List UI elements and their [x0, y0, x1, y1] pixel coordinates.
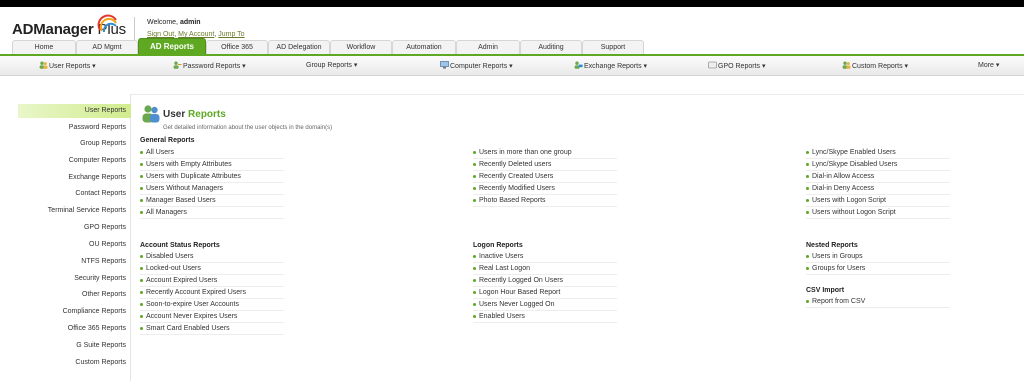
logo-arc-icon [97, 14, 117, 33]
sidebar-item-office-365-reports[interactable]: Office 365 Reports [68, 325, 126, 332]
report-link[interactable]: Dial-in Allow Access [806, 171, 950, 183]
report-link[interactable]: Users Never Logged On [473, 299, 617, 311]
reports-subnav: User Reports ▾ Password Reports ▾ Group … [0, 56, 1024, 76]
key-users-icon [173, 61, 182, 69]
sidebar-item-group-reports[interactable]: Group Reports [80, 140, 126, 147]
page-description: Get detailed information about the user … [163, 125, 333, 131]
header-links: Sign Out, My Account, Jump To [147, 31, 245, 38]
report-link[interactable]: Logon Hour Based Report [473, 287, 617, 299]
username: admin [179, 19, 201, 26]
report-link[interactable]: Users with Duplicate Attributes [140, 171, 284, 183]
page-title: User Reports [163, 109, 226, 120]
report-link[interactable]: Dial-in Deny Access [806, 183, 950, 195]
sidebar-item-compliance-reports[interactable]: Compliance Reports [63, 308, 126, 315]
report-link[interactable]: Users with Logon Script [806, 195, 950, 207]
subnav-gpo-reports[interactable]: GPO Reports ▾ [708, 61, 765, 70]
sign-out-link[interactable]: Sign Out [147, 31, 174, 38]
sidebar-item-computer-reports[interactable]: Computer Reports [69, 157, 126, 164]
report-link[interactable]: Recently Deleted users [473, 159, 617, 171]
report-link[interactable]: Manager Based Users [140, 195, 284, 207]
report-link[interactable]: Disabled Users [140, 251, 284, 263]
report-link[interactable]: Report from CSV [806, 296, 950, 308]
tab-home[interactable]: Home [12, 40, 76, 55]
sidebar-item-ntfs-reports[interactable]: NTFS Reports [81, 258, 126, 265]
sidebar-item-password-reports[interactable]: Password Reports [69, 124, 126, 131]
report-link[interactable]: Account Never Expires Users [140, 311, 284, 323]
main-tabs: Home AD Mgmt AD Reports Office 365 AD De… [0, 38, 1024, 55]
custom-icon [842, 61, 851, 69]
main-content: User Reports Get detailed information ab… [131, 94, 1024, 381]
users-icon [39, 61, 48, 69]
section-title-general: General Reports [140, 137, 195, 144]
report-link[interactable]: Users with Empty Attributes [140, 159, 284, 171]
sidebar-item-exchange-reports[interactable]: Exchange Reports [68, 174, 126, 181]
sidebar-item-custom-reports[interactable]: Custom Reports [75, 359, 126, 366]
jump-to-link[interactable]: Jump To [218, 31, 244, 38]
tab-workflow[interactable]: Workflow [330, 40, 392, 55]
section-title-account-status: Account Status Reports [140, 242, 220, 249]
report-link[interactable]: Soon-to-expire User Accounts [140, 299, 284, 311]
user-reports-icon [142, 105, 160, 123]
subnav-group-reports[interactable]: Group Reports ▾ [306, 61, 357, 69]
section-title-logon: Logon Reports [473, 242, 523, 249]
app-header: ADManager Plus Welcome, admin Sign Out, … [0, 7, 1024, 41]
report-link[interactable]: Users Without Managers [140, 183, 284, 195]
report-link[interactable]: Recently Account Expired Users [140, 287, 284, 299]
sidebar-item-other-reports[interactable]: Other Reports [82, 291, 126, 298]
browser-top-bar [0, 0, 1024, 7]
report-link[interactable]: Real Last Logon [473, 263, 617, 275]
logo-text: ADManager [12, 21, 94, 38]
report-link[interactable]: All Users [140, 147, 284, 159]
exchange-icon [574, 61, 583, 69]
report-link[interactable]: Lync/Skype Disabled Users [806, 159, 950, 171]
section-title-nested: Nested Reports [806, 242, 858, 249]
report-link[interactable]: Groups for Users [806, 263, 950, 275]
sidebar-item-user-reports[interactable]: User Reports [85, 107, 126, 114]
computer-icon [440, 61, 449, 69]
report-link[interactable]: Recently Logged On Users [473, 275, 617, 287]
sidebar-item-ou-reports[interactable]: OU Reports [89, 241, 126, 248]
tab-auditing[interactable]: Auditing [520, 40, 582, 55]
section-title-csv: CSV Import [806, 287, 845, 294]
welcome-text: Welcome, admin [147, 19, 201, 26]
sidebar-item-security-reports[interactable]: Security Reports [74, 275, 126, 282]
content-spacer [0, 77, 1024, 94]
report-link[interactable]: Locked-out Users [140, 263, 284, 275]
tab-ad-mgmt[interactable]: AD Mgmt [76, 40, 138, 55]
reports-sidebar: User Reports Password Reports Group Repo… [18, 94, 131, 381]
sidebar-item-g-suite-reports[interactable]: G Suite Reports [76, 342, 126, 349]
report-link[interactable]: Users without Logon Script [806, 207, 950, 219]
report-link[interactable]: Account Expired Users [140, 275, 284, 287]
tab-ad-reports[interactable]: AD Reports [138, 38, 206, 55]
tab-automation[interactable]: Automation [392, 40, 456, 55]
subnav-custom-reports[interactable]: Custom Reports ▾ [842, 61, 908, 70]
tab-admin[interactable]: Admin [456, 40, 520, 55]
my-account-link[interactable]: My Account [178, 31, 214, 38]
gpo-icon [708, 61, 717, 69]
report-link[interactable]: All Managers [140, 207, 284, 219]
report-link[interactable]: Users in more than one group [473, 147, 617, 159]
report-link[interactable]: Inactive Users [473, 251, 617, 263]
sidebar-item-gpo-reports[interactable]: GPO Reports [84, 224, 126, 231]
subnav-exchange-reports[interactable]: Exchange Reports ▾ [574, 61, 647, 70]
report-link[interactable]: Recently Created Users [473, 171, 617, 183]
tab-ad-delegation[interactable]: AD Delegation [268, 40, 330, 55]
tab-support[interactable]: Support [582, 40, 644, 55]
report-link[interactable]: Lync/Skype Enabled Users [806, 147, 950, 159]
sidebar-item-contact-reports[interactable]: Contact Reports [75, 190, 126, 197]
report-link[interactable]: Enabled Users [473, 311, 617, 323]
subnav-user-reports[interactable]: User Reports ▾ [39, 61, 96, 70]
tab-office-365[interactable]: Office 365 [206, 40, 268, 55]
subnav-computer-reports[interactable]: Computer Reports ▾ [440, 61, 513, 70]
subnav-password-reports[interactable]: Password Reports ▾ [173, 61, 246, 70]
report-link[interactable]: Photo Based Reports [473, 195, 617, 207]
report-link[interactable]: Recently Modified Users [473, 183, 617, 195]
report-link[interactable]: Users in Groups [806, 251, 950, 263]
sidebar-item-terminal-service-reports[interactable]: Terminal Service Reports [48, 207, 126, 214]
subnav-more[interactable]: More ▾ [978, 61, 999, 69]
report-link[interactable]: Smart Card Enabled Users [140, 323, 284, 335]
